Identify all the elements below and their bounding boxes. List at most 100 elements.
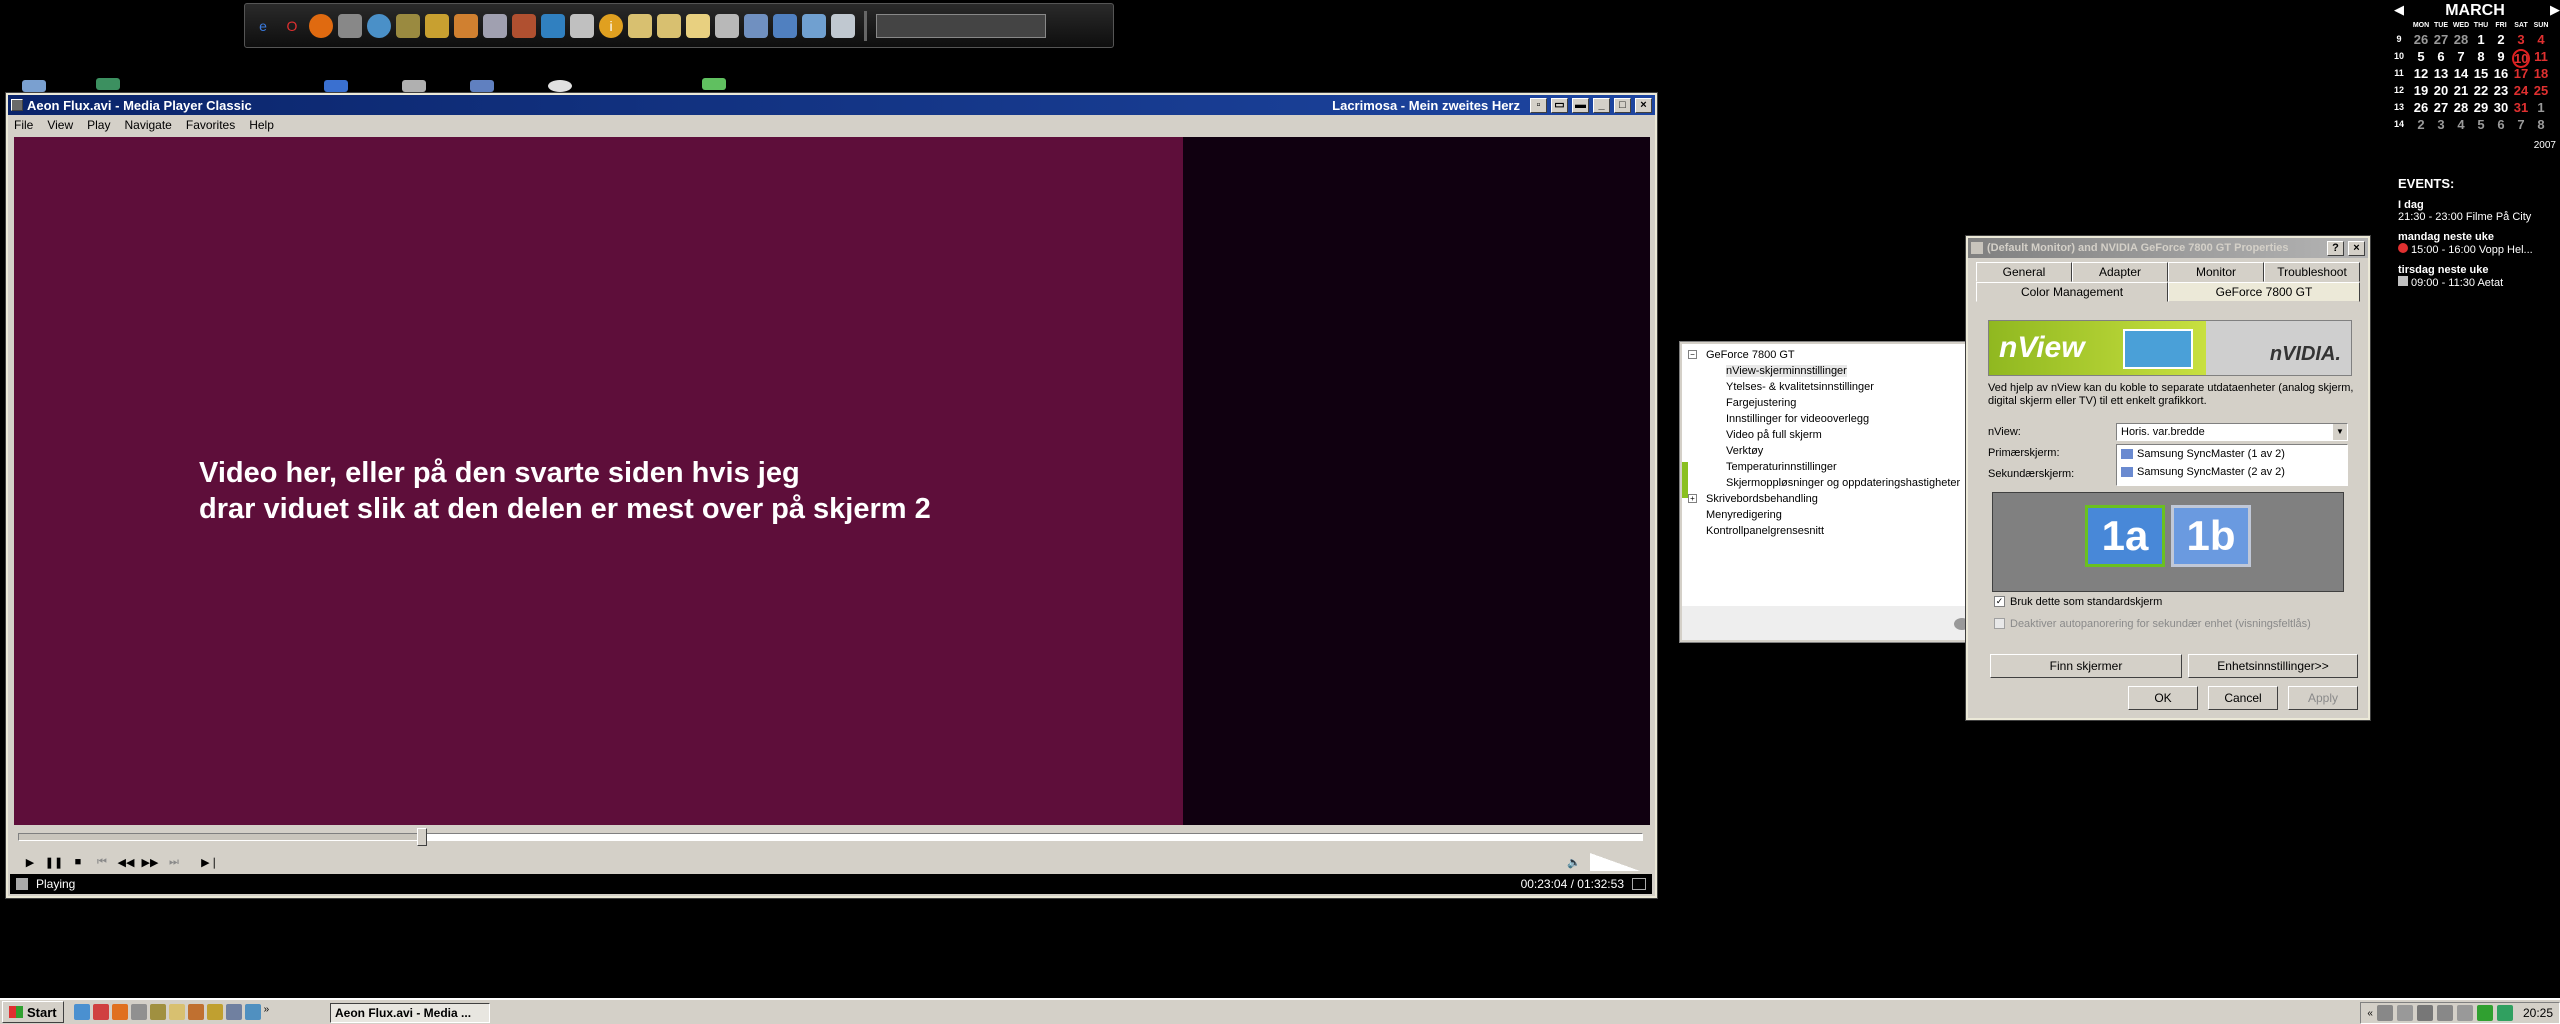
audio-icon[interactable]	[1632, 878, 1646, 890]
book-icon[interactable]	[541, 13, 565, 38]
seek-bar[interactable]	[18, 828, 1643, 846]
desktop-icon[interactable]	[96, 78, 120, 90]
opera-icon[interactable]	[92, 1004, 109, 1020]
play-icon[interactable]: ▶	[20, 852, 40, 872]
restore-icon[interactable]: ▫	[1530, 97, 1547, 113]
calendar-day[interactable]: 5	[2412, 49, 2430, 64]
volume-slider[interactable]	[1590, 853, 1640, 871]
media-icon[interactable]	[396, 13, 420, 38]
calendar-day[interactable]: 20	[2432, 83, 2450, 98]
tree-root[interactable]: GeForce 7800 GT	[1706, 349, 1795, 361]
globe-icon[interactable]	[244, 1004, 261, 1020]
drive-icon[interactable]	[715, 13, 739, 38]
desktop-icon[interactable]	[22, 80, 46, 92]
calendar-day[interactable]: 12	[2412, 66, 2430, 81]
tree-item-controlpanel[interactable]: Kontrollpanelgrensesnitt	[1706, 525, 1824, 537]
event-item[interactable]: tirsdag neste uke 09:00 - 11:30 Aetat	[2398, 264, 2558, 289]
network-icon[interactable]	[483, 13, 507, 38]
display-item-primary[interactable]: Samsung SyncMaster (1 av 2)	[2121, 445, 2347, 463]
device-settings-button[interactable]: Enhetsinnstillinger>>	[2188, 654, 2358, 678]
tool-icon[interactable]	[338, 13, 362, 38]
tool-icon[interactable]	[130, 1004, 147, 1020]
tray-icon[interactable]	[2376, 1005, 2393, 1021]
help-button[interactable]: ?	[2327, 240, 2344, 256]
desktop-icon[interactable]	[548, 80, 572, 92]
close-button[interactable]: ×	[2348, 240, 2365, 256]
calendar-day[interactable]: 30	[2492, 100, 2510, 115]
calendar-day[interactable]: 9	[2492, 49, 2510, 64]
calc-icon[interactable]	[512, 13, 536, 38]
monitor-1b[interactable]: 1b	[2171, 505, 2251, 567]
event-item[interactable]: mandag neste uke 15:00 - 16:00 Vopp Hel.…	[2398, 231, 2558, 256]
info-icon[interactable]: i	[599, 13, 623, 38]
next-icon[interactable]: ⏭	[164, 852, 184, 872]
taskbar-button-mpc[interactable]: Aeon Flux.avi - Media ...	[330, 1003, 490, 1023]
trash-icon[interactable]	[831, 13, 855, 38]
menu-play[interactable]: Play	[87, 118, 110, 132]
calendar-day[interactable]: 8	[2532, 117, 2550, 132]
calendar-day[interactable]: 2	[2492, 32, 2510, 47]
calendar-day[interactable]: 3	[2432, 117, 2450, 132]
calendar-day[interactable]: 4	[2532, 32, 2550, 47]
desktop-icon[interactable]	[470, 80, 494, 92]
calendar-day[interactable]: 11	[2532, 49, 2550, 64]
network-icon[interactable]	[773, 13, 797, 38]
calendar-day[interactable]: 3	[2512, 32, 2530, 47]
tab-general[interactable]: General	[1976, 262, 2072, 282]
edit-icon[interactable]	[425, 13, 449, 38]
tab-adapter[interactable]: Adapter	[2072, 262, 2168, 282]
tray-icon[interactable]	[2476, 1005, 2493, 1021]
calendar-day[interactable]: 6	[2492, 117, 2510, 132]
menu-favorites[interactable]: Favorites	[186, 118, 235, 132]
globe-icon[interactable]	[367, 13, 391, 38]
forward-icon[interactable]: ▶▶	[140, 852, 160, 872]
menu-view[interactable]: View	[47, 118, 73, 132]
recycle-icon[interactable]	[802, 13, 826, 38]
calendar-day[interactable]: 28	[2452, 100, 2470, 115]
calendar-day[interactable]: 17	[2512, 66, 2530, 81]
calendar-day[interactable]: 21	[2452, 83, 2470, 98]
tray-icon[interactable]	[2456, 1005, 2473, 1021]
apply-button[interactable]: Apply	[2288, 686, 2358, 710]
firefox-icon[interactable]	[309, 13, 333, 38]
calendar-day[interactable]: 28	[2452, 32, 2470, 47]
tree-item-temperature[interactable]: Temperaturinnstillinger	[1726, 461, 1837, 473]
tree-item-nview[interactable]: nView-skjerminnstillinger	[1726, 365, 1847, 377]
folder-icon[interactable]	[657, 13, 681, 38]
minimize-button[interactable]: _	[1593, 97, 1610, 113]
prev-icon[interactable]: ⏮	[92, 852, 112, 872]
collapse-handle[interactable]	[1682, 462, 1688, 498]
desktop-icon[interactable]	[702, 78, 726, 90]
speaker-icon[interactable]: 🔈	[1564, 852, 1584, 872]
tray-icon[interactable]	[2416, 1005, 2433, 1021]
computer-icon[interactable]	[744, 13, 768, 38]
stop-icon[interactable]: ■	[68, 852, 88, 872]
calendar-day[interactable]: 1	[2532, 100, 2550, 115]
calendar-day[interactable]: 7	[2452, 49, 2470, 64]
menu-navigate[interactable]: Navigate	[124, 118, 171, 132]
calendar-day[interactable]: 7	[2512, 117, 2530, 132]
docs-icon[interactable]	[686, 13, 710, 38]
folder-icon[interactable]	[628, 13, 652, 38]
start-button[interactable]: Start	[2, 1001, 64, 1023]
calendar-day[interactable]: 24	[2512, 83, 2530, 98]
rewind-icon[interactable]: ◀◀	[116, 852, 136, 872]
close-button[interactable]: ×	[1635, 97, 1652, 113]
calendar-day[interactable]: 16	[2492, 66, 2510, 81]
display-item-secondary[interactable]: Samsung SyncMaster (2 av 2)	[2121, 463, 2347, 481]
clock[interactable]: 20:25	[2523, 1006, 2553, 1020]
calendar-day[interactable]: 15	[2472, 66, 2490, 81]
menu-file[interactable]: File	[14, 118, 33, 132]
tray-icon[interactable]	[2436, 1005, 2453, 1021]
props-titlebar[interactable]: (Default Monitor) and NVIDIA GeForce 780…	[1968, 238, 2368, 258]
tile-icon[interactable]: ▭	[1551, 97, 1568, 113]
ie-icon[interactable]	[73, 1004, 90, 1020]
network-icon[interactable]	[225, 1004, 242, 1020]
tab-geforce[interactable]: GeForce 7800 GT	[2168, 282, 2360, 302]
next-month-icon[interactable]: ▶	[2550, 2, 2560, 18]
checkbox-autopan[interactable]	[1994, 618, 2005, 629]
scissors-icon[interactable]	[570, 13, 594, 38]
chevron-right-icon[interactable]: »	[264, 1004, 270, 1020]
display-list[interactable]: Samsung SyncMaster (1 av 2) Samsung Sync…	[2116, 444, 2348, 486]
seek-thumb[interactable]	[416, 828, 427, 846]
